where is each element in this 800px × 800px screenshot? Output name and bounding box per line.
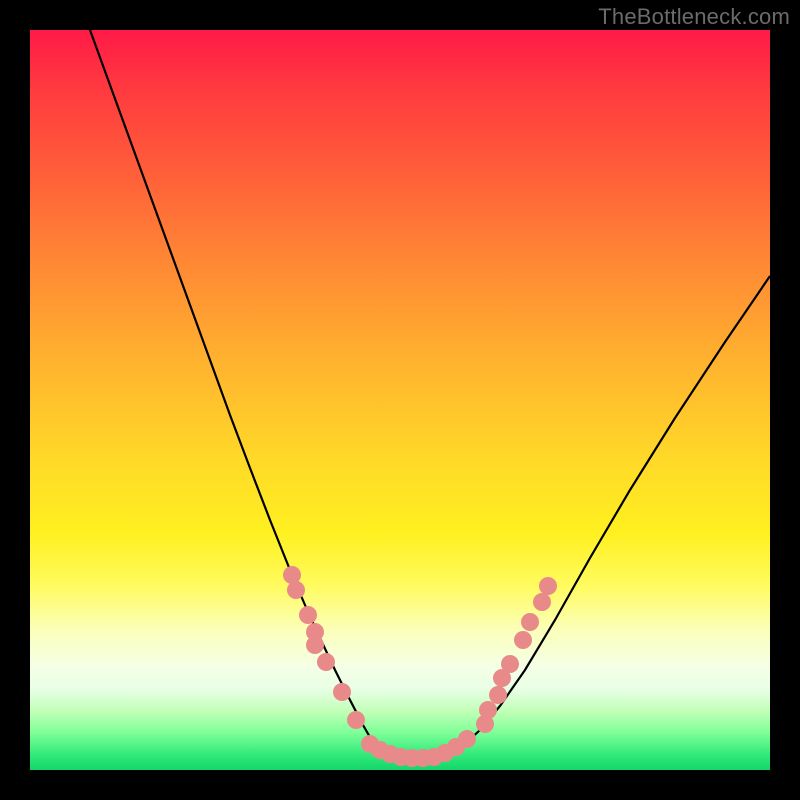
- marker-dot: [306, 636, 324, 654]
- marker-dot: [514, 631, 532, 649]
- watermark-text: TheBottleneck.com: [598, 4, 790, 30]
- marker-dot: [501, 655, 519, 673]
- marker-dot: [317, 653, 335, 671]
- marker-dot: [299, 606, 317, 624]
- marker-dot: [533, 593, 551, 611]
- marker-dot: [539, 577, 557, 595]
- marker-dot: [287, 581, 305, 599]
- marker-dot: [479, 701, 497, 719]
- marker-dot: [521, 613, 539, 631]
- curve-right: [480, 276, 770, 730]
- curve-lines: [90, 30, 770, 760]
- marker-dot: [458, 730, 476, 748]
- markers-right: [476, 577, 557, 733]
- chart-plot-area: [30, 30, 770, 770]
- marker-dot: [489, 686, 507, 704]
- curve-left: [90, 30, 375, 746]
- chart-svg: [30, 30, 770, 770]
- markers-valley: [361, 730, 476, 767]
- chart-frame: TheBottleneck.com: [0, 0, 800, 800]
- marker-dot: [333, 683, 351, 701]
- marker-dot: [347, 711, 365, 729]
